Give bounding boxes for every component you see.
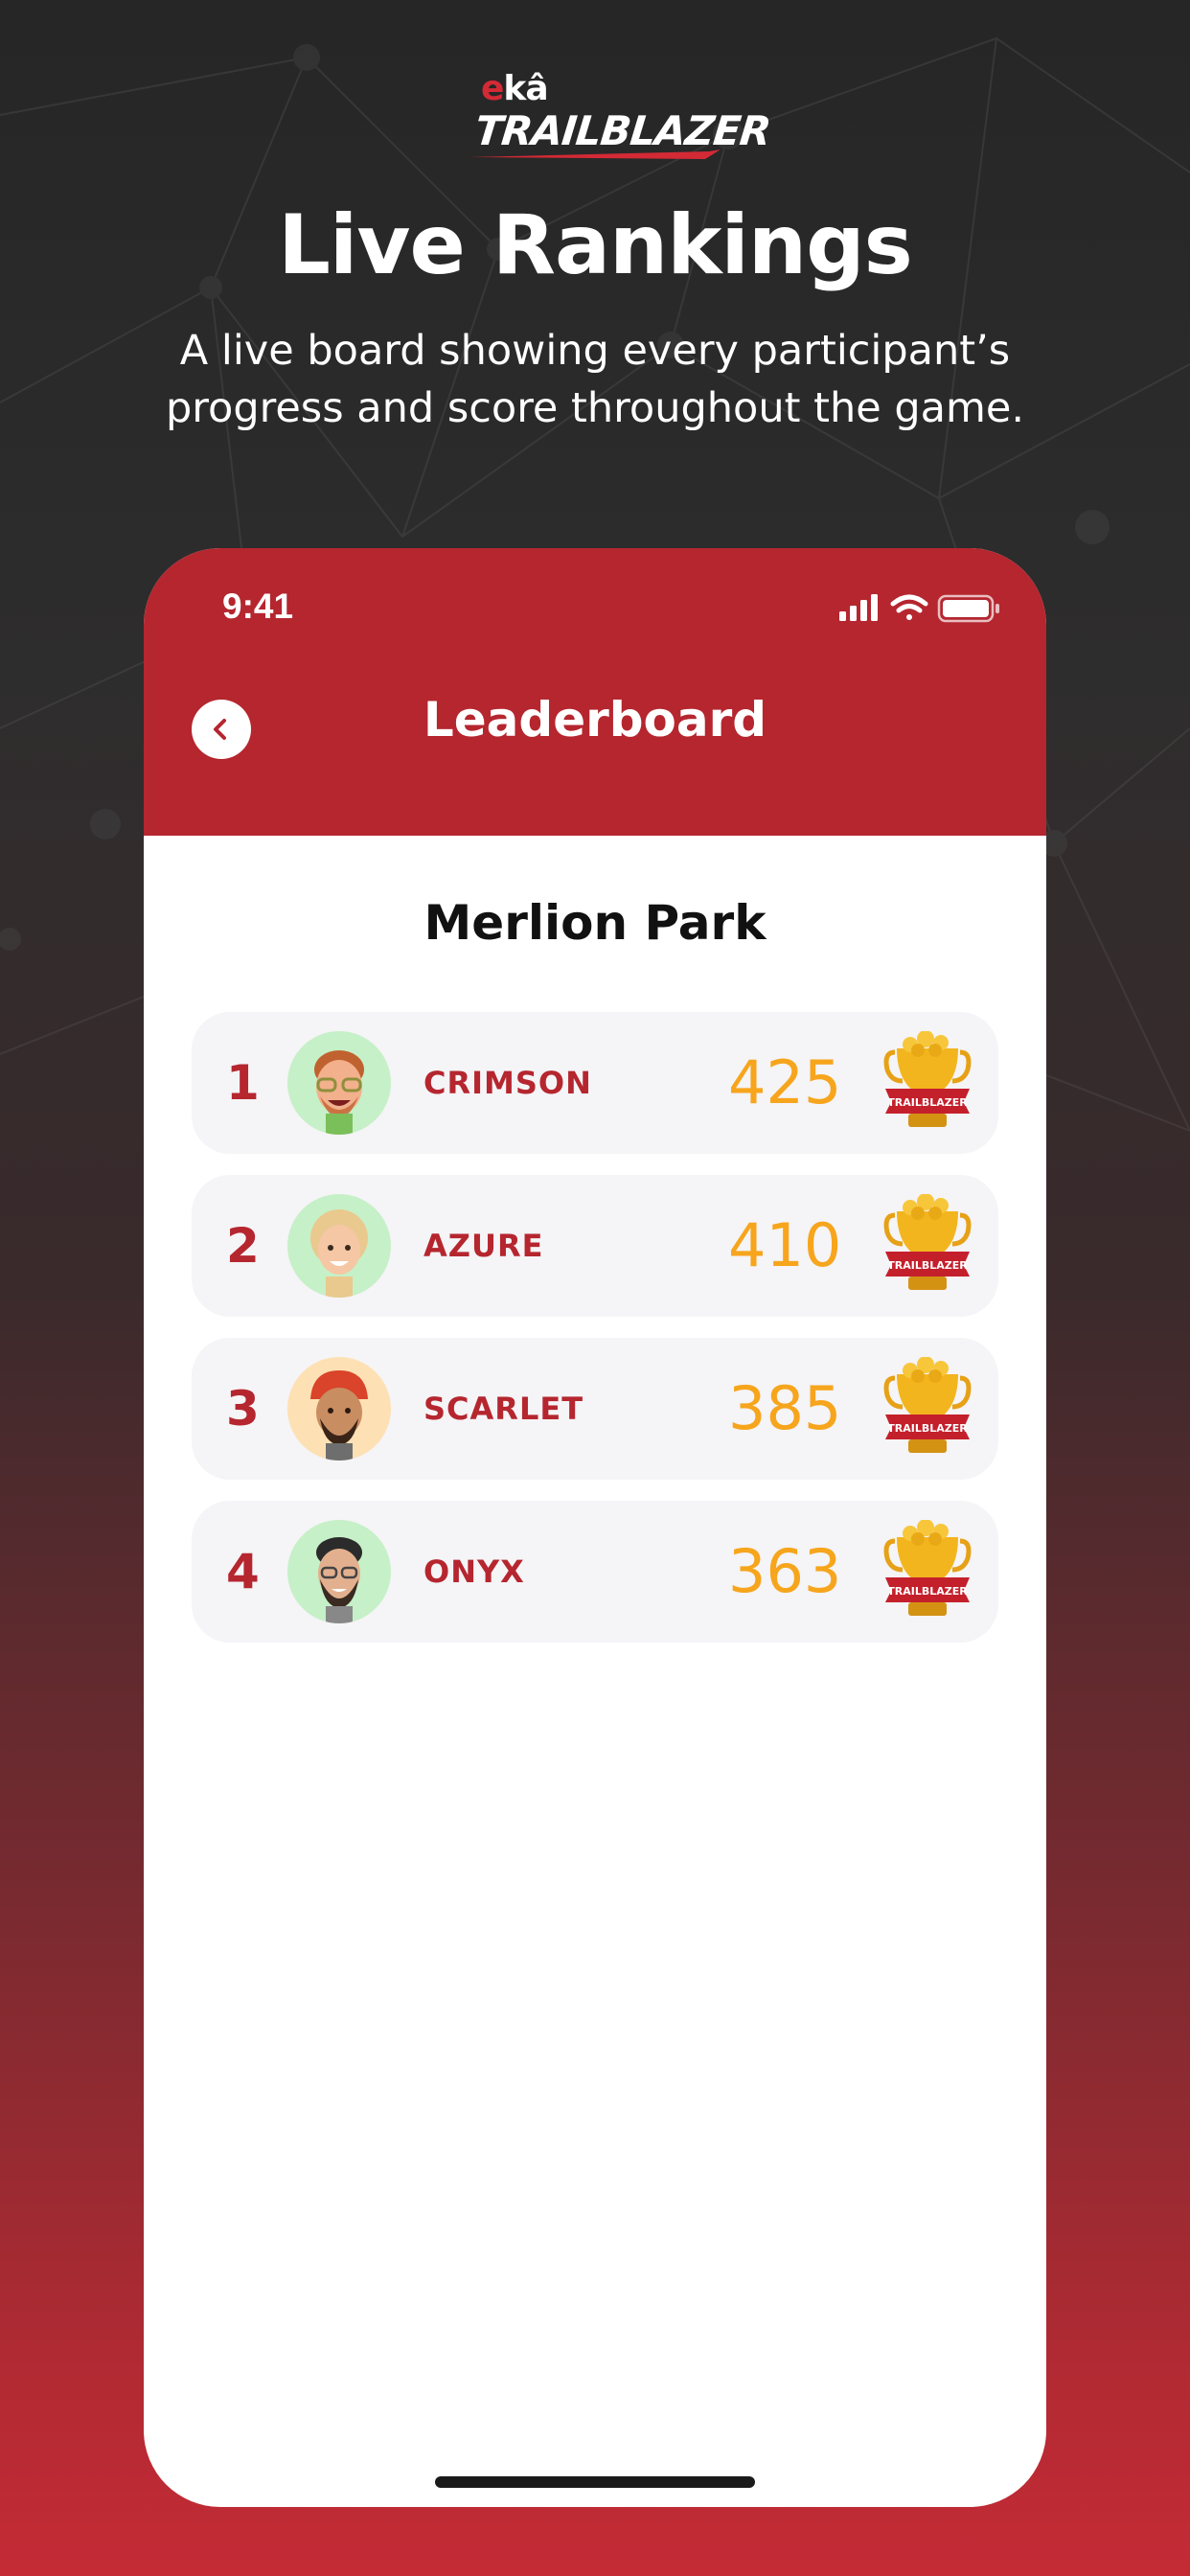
rank-number: 1 <box>226 1055 260 1111</box>
rank-number: 4 <box>226 1544 260 1599</box>
trophy-icon: TRAILBLAZER <box>883 1031 972 1127</box>
home-indicator[interactable] <box>435 2476 755 2488</box>
player-name: AZURE <box>423 1228 544 1264</box>
app-header: 9:41 Leaderboard <box>144 548 1046 836</box>
park-name: Merlion Park <box>423 895 767 951</box>
page-subheadline: A live board showing every participant’s… <box>165 327 1024 432</box>
player-avatar <box>287 1357 391 1460</box>
trophy-icon: TRAILBLAZER <box>883 1194 972 1290</box>
player-score: 385 <box>728 1373 842 1443</box>
leaderboard-list: 1 CRIMSON 425 TRAILBLAZER 2 AZURE 410 TR… <box>192 1012 998 1664</box>
memoji-avatar-icon <box>310 1370 368 1460</box>
status-icons <box>839 594 999 623</box>
player-name: ONYX <box>423 1553 525 1590</box>
player-name: SCARLET <box>423 1391 584 1427</box>
logo-eka: ekâ <box>481 69 549 108</box>
player-name: CRIMSON <box>423 1065 592 1101</box>
logo-wordmark: TRAILBLAZER <box>472 107 773 154</box>
status-time: 9:41 <box>222 586 294 626</box>
leaderboard-row[interactable]: 4 ONYX 363 TRAILBLAZER <box>192 1501 998 1643</box>
phone-screen: 9:41 Leaderboard Merlion Park 1 CRIMSON … <box>144 548 1046 2507</box>
logo-eka-e: e <box>481 69 504 108</box>
wifi-icon <box>890 594 928 620</box>
memoji-avatar-icon <box>310 1209 368 1298</box>
trophy-label: TRAILBLAZER <box>887 1422 968 1435</box>
player-score: 363 <box>728 1536 842 1606</box>
player-score: 410 <box>728 1210 842 1280</box>
rank-number: 2 <box>226 1218 260 1274</box>
trophy-icon: TRAILBLAZER <box>883 1357 972 1453</box>
page-headline: Live Rankings <box>278 197 913 293</box>
trailblazer-logo: ekâ TRAILBLAZER <box>469 65 772 165</box>
nav-title: Leaderboard <box>423 692 767 748</box>
logo-swoosh <box>469 150 721 159</box>
logo-eka-ka: kâ <box>503 69 548 108</box>
player-avatar <box>287 1194 391 1298</box>
battery-icon <box>937 594 999 623</box>
memoji-avatar-icon <box>316 1537 362 1623</box>
player-score: 425 <box>728 1047 842 1117</box>
trophy-label: TRAILBLAZER <box>887 1259 968 1272</box>
leaderboard-row[interactable]: 1 CRIMSON 425 TRAILBLAZER <box>192 1012 998 1154</box>
leaderboard-row[interactable]: 2 AZURE 410 TRAILBLAZER <box>192 1175 998 1317</box>
trophy-icon: TRAILBLAZER <box>883 1520 972 1616</box>
trophy-label: TRAILBLAZER <box>887 1096 968 1109</box>
rank-number: 3 <box>226 1381 260 1437</box>
signal-icon <box>839 594 878 621</box>
player-avatar <box>287 1520 391 1623</box>
memoji-avatar-icon <box>314 1050 364 1135</box>
trophy-label: TRAILBLAZER <box>887 1585 968 1598</box>
leaderboard-row[interactable]: 3 SCARLET 385 TRAILBLAZER <box>192 1338 998 1480</box>
player-avatar <box>287 1031 391 1135</box>
